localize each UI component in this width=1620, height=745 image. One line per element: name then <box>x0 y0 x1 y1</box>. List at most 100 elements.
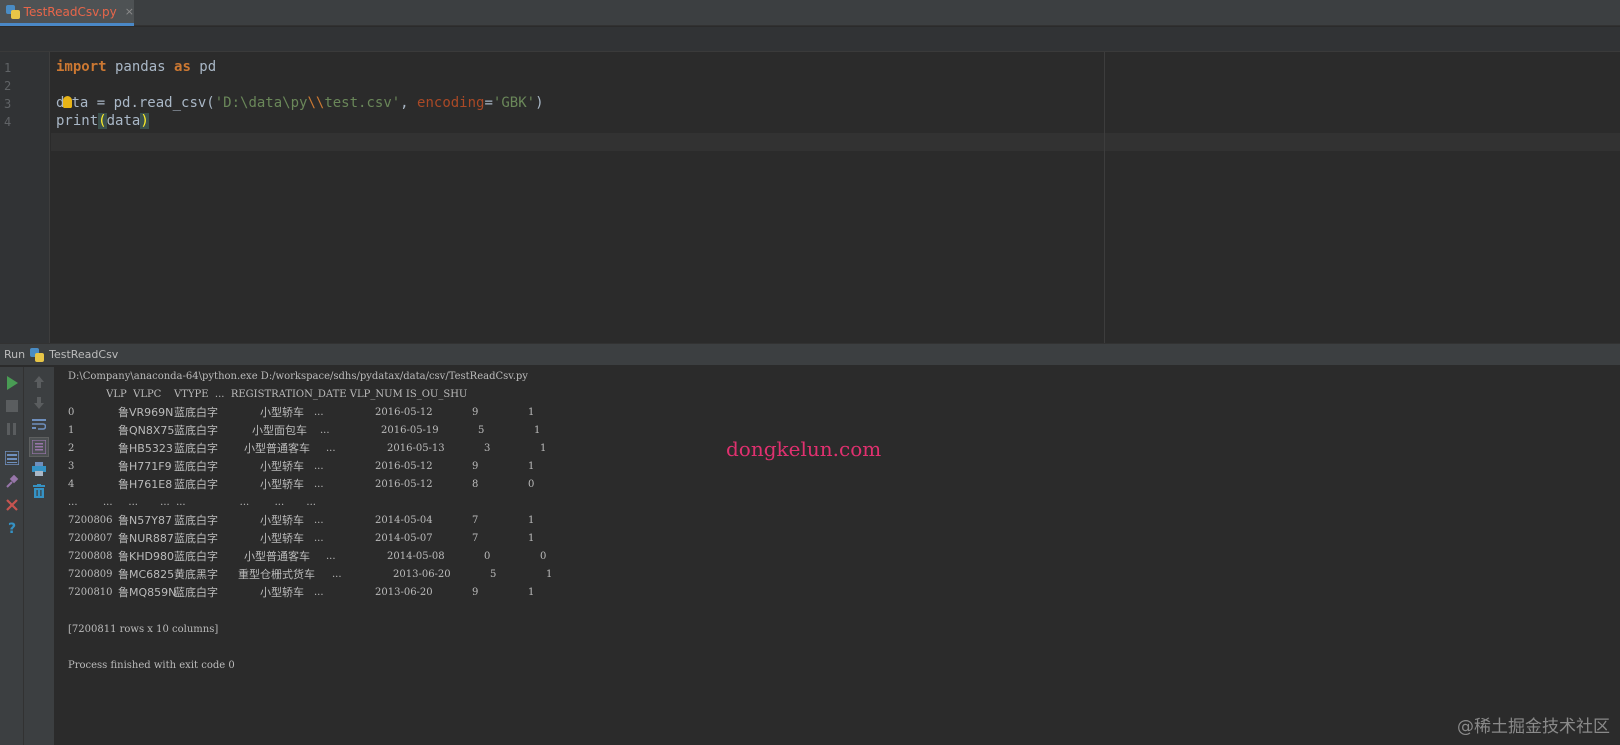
run-toolbar-left: ? <box>0 367 24 745</box>
cell-date: 2014-05-08 <box>387 551 445 562</box>
scroll-to-end-icon[interactable] <box>29 437 49 457</box>
cell-num: 5 <box>490 569 497 580</box>
console-exit-message: Process finished with exit code 0 <box>68 660 235 671</box>
cell-idx: 1 <box>68 425 75 436</box>
cell-num: 7 <box>472 515 479 526</box>
cell-vlpc: 蓝底白字 <box>174 478 218 491</box>
right-margin-guide <box>1104 52 1105 343</box>
arrow-up-icon[interactable] <box>30 373 48 391</box>
console-table-header: VLP VLPC VTYPE ... REGISTRATION_DATE VLP… <box>68 389 468 400</box>
line-number: 3 <box>4 97 12 111</box>
cell-date: 2016-05-19 <box>381 425 439 436</box>
cell-ou: 0 <box>528 479 535 490</box>
cell-date: 2016-05-12 <box>375 479 433 490</box>
trash-icon[interactable] <box>30 482 48 500</box>
pin-icon[interactable] <box>3 473 21 491</box>
console-table-row: 3 鲁H771F9 蓝底白字 小型轿车... 2016-05-12 9 1 <box>68 458 668 476</box>
cell-ou: 1 <box>528 587 535 598</box>
cell-vlp: 鲁H771F9 <box>118 460 172 473</box>
cell-idx: 0 <box>68 407 75 418</box>
cell-num: 9 <box>472 587 479 598</box>
cell-vlp: 鲁H761E8 <box>118 478 173 491</box>
cell-vlpc: 蓝底白字 <box>174 424 218 437</box>
cell-vtype: 重型仓栅式货车 <box>238 568 315 581</box>
run-console-output[interactable]: D:\Company\anaconda-64\python.exe D:/wor… <box>56 367 1620 745</box>
cell-num: 8 <box>472 479 479 490</box>
cell-vlp: 鲁VR969N <box>118 406 174 419</box>
line-number-gutter: 1 2 3 4 <box>0 52 50 343</box>
cell-idx: 7200809 <box>68 569 113 580</box>
print-icon[interactable] <box>30 460 48 478</box>
cell-vtype: 小型普通客车 <box>244 442 310 455</box>
cell-vlp: 鲁HB5323 <box>118 442 173 455</box>
cell-vtype: 小型轿车 <box>260 478 304 491</box>
cell-ou: 1 <box>528 407 535 418</box>
cell-date: 2013-06-20 <box>393 569 451 580</box>
console-summary: [7200811 rows x 10 columns] <box>68 624 219 635</box>
arrow-down-icon[interactable] <box>30 394 48 412</box>
cell-dots: ... <box>314 407 324 418</box>
cell-date: 2014-05-07 <box>375 533 433 544</box>
cell-ou: 1 <box>540 443 547 454</box>
current-line-highlight <box>51 133 1620 151</box>
cell-idx: 7200807 <box>68 533 113 544</box>
run-toolbar-right <box>24 367 55 745</box>
cell-vlpc: 蓝底白字 <box>174 550 218 563</box>
run-title: Run <box>4 348 26 361</box>
cell-ou: 0 <box>540 551 547 562</box>
line-number: 4 <box>4 115 12 129</box>
cell-vtype: 小型面包车 <box>252 424 307 437</box>
stop-icon[interactable] <box>3 397 21 415</box>
code-editor[interactable]: 1 2 3 4 import pandas as pd d ta = pd.rea… <box>0 27 1620 343</box>
editor-tab-bar: TestReadCsv.py × <box>0 0 1620 26</box>
cell-ou: 1 <box>546 569 553 580</box>
play-icon[interactable] <box>3 374 21 392</box>
cell-date: 2016-05-12 <box>375 407 433 418</box>
help-icon[interactable]: ? <box>3 519 21 537</box>
corner-watermark: @稀土掘金技术社区 <box>1457 717 1610 737</box>
cell-dots: ... <box>314 587 324 598</box>
cell-num: 5 <box>478 425 485 436</box>
close-icon[interactable] <box>3 496 21 514</box>
cell-vtype: 小型轿车 <box>260 460 304 473</box>
run-tool-window-header: Run TestReadCsv <box>0 343 1620 366</box>
console-table-row: 0 鲁VR969N 蓝底白字 小型轿车... 2016-05-12 9 1 <box>68 404 668 422</box>
line-number: 2 <box>4 79 12 93</box>
python-file-icon <box>6 4 20 19</box>
cell-vlpc: 蓝底白字 <box>174 514 218 527</box>
cell-vlp: 鲁MQ859N <box>118 586 177 599</box>
cell-dots: ... <box>326 551 336 562</box>
cell-vtype: 小型普通客车 <box>244 550 310 563</box>
cell-vlpc: 蓝底白字 <box>174 406 218 419</box>
cell-dots: ... <box>326 443 336 454</box>
console-table-row: 7200806 鲁N57Y87 蓝底白字 小型轿车... 2014-05-04 7 1 <box>68 512 668 530</box>
console-command-line: D:\Company\anaconda-64\python.exe D:/wor… <box>68 371 528 382</box>
soft-wrap-icon[interactable] <box>30 415 48 433</box>
tab-close-icon[interactable]: × <box>125 5 134 18</box>
cell-date: 2016-05-13 <box>387 443 445 454</box>
cell-date: 2014-05-04 <box>375 515 433 526</box>
console-table-row: 7200807 鲁NUR887 蓝底白字 小型轿车... 2014-05-07 7 1 <box>68 530 668 548</box>
cell-vtype: 小型轿车 <box>260 406 304 419</box>
cell-vlpc: 蓝底白字 <box>174 460 218 473</box>
cell-idx: 3 <box>68 461 75 472</box>
watermark-text: dongkelun.com <box>726 437 882 461</box>
tab-testreadcsv[interactable]: TestReadCsv.py × <box>0 0 134 26</box>
cell-vlpc: 黄底黑字 <box>174 568 218 581</box>
console-table-row: 1 鲁QN8X75 蓝底白字 小型面包车... 2016-05-19 5 1 <box>68 422 668 440</box>
cell-idx: 2 <box>68 443 75 454</box>
cell-vlpc: 蓝底白字 <box>174 442 218 455</box>
cell-num: 0 <box>484 551 491 562</box>
console-table-row: 4 鲁H761E8 蓝底白字 小型轿车... 2016-05-12 8 0 <box>68 476 668 494</box>
cell-dots: ... <box>314 515 324 526</box>
cell-idx: 7200810 <box>68 587 113 598</box>
cell-dots: ... <box>332 569 342 580</box>
cell-num: 9 <box>472 407 479 418</box>
cell-vlpc: 蓝底白字 <box>174 532 218 545</box>
code-line-1: import pandas as pd <box>56 59 217 75</box>
run-config-name[interactable]: TestReadCsv <box>49 348 118 361</box>
pause-icon[interactable] <box>3 420 21 438</box>
layout-icon[interactable] <box>3 449 21 467</box>
cell-idx: 7200808 <box>68 551 113 562</box>
console-table-row: 7200808 鲁KHD980 蓝底白字 小型普通客车... 2014-05-08 0 0 <box>68 548 668 566</box>
